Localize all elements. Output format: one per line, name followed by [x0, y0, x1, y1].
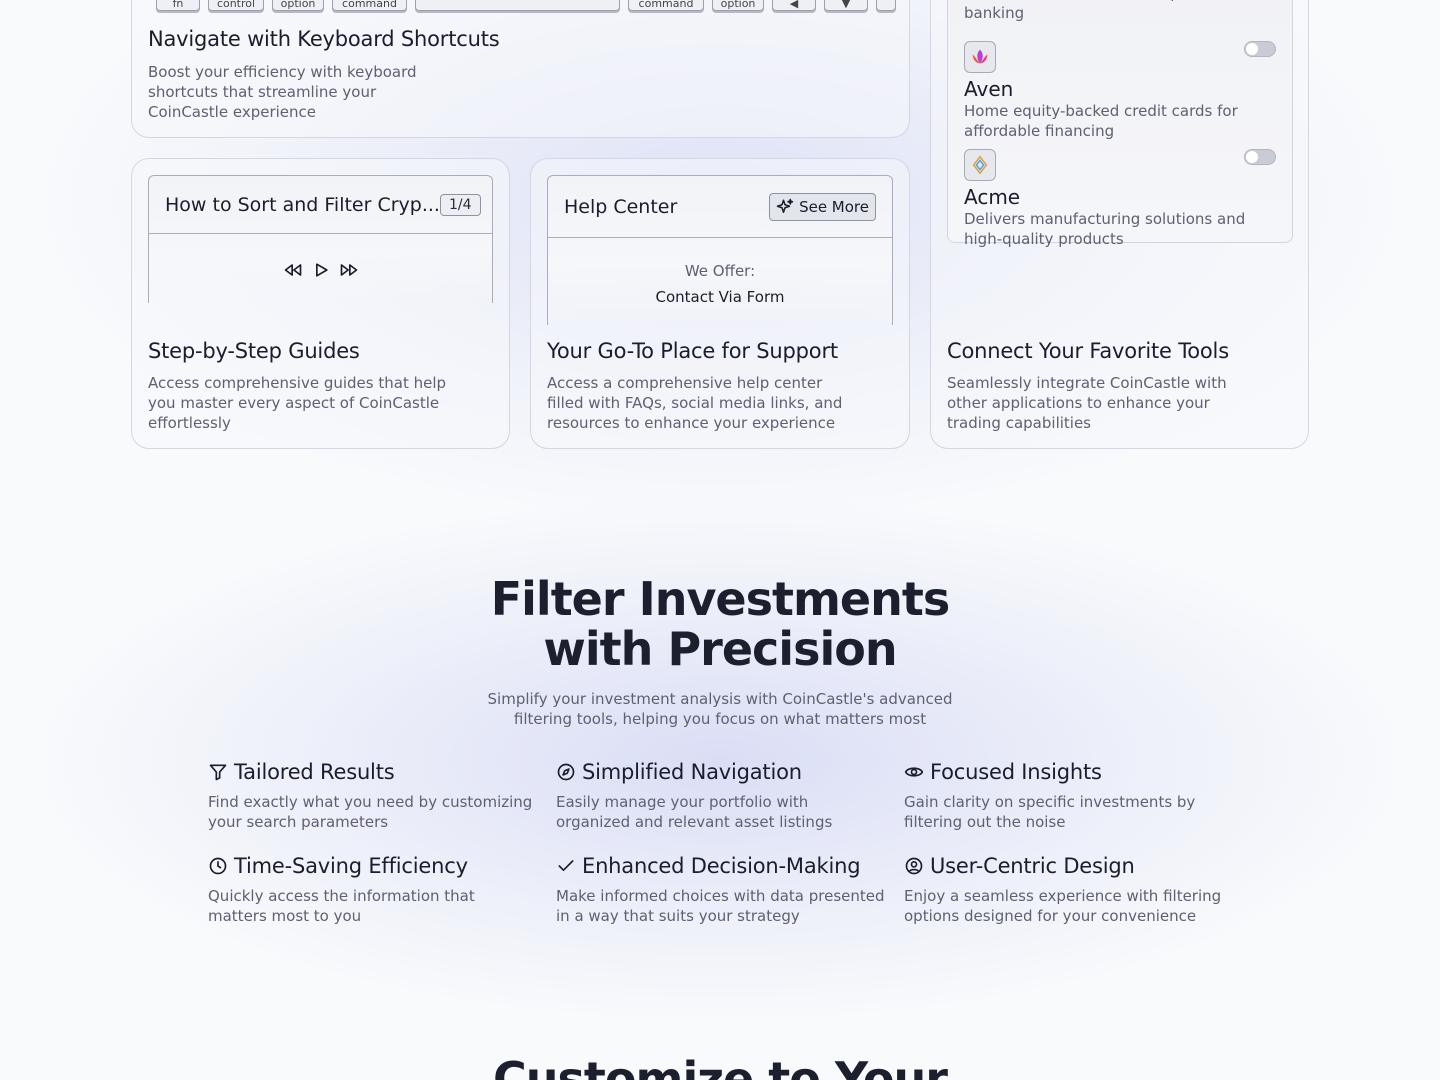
feature-description: Easily manage your portfolio with organi…	[556, 793, 833, 831]
eye-icon	[904, 767, 924, 777]
see-more-button[interactable]: See More	[769, 192, 876, 221]
see-more-label: See More	[799, 197, 869, 216]
check-icon	[558, 860, 574, 871]
section-title: Filter Investments with Precision	[0, 574, 1440, 674]
key-option-right: option	[712, 0, 764, 11]
clock-icon	[209, 857, 227, 875]
section-title-line1: Filter Investments	[490, 572, 951, 626]
rewind-icon[interactable]	[283, 260, 303, 280]
feature-title: Tailored Results	[234, 760, 395, 784]
next-section-title: Customize to Your	[493, 1052, 948, 1080]
offer-value: Contact Via Form	[655, 288, 785, 306]
key-fn: fn	[156, 0, 200, 11]
card-description: Boost your efficiency with keyboard shor…	[148, 63, 417, 121]
filter-icon	[209, 764, 227, 781]
media-controls	[149, 260, 492, 280]
feature-title: Simplified Navigation	[582, 760, 802, 784]
feature-title: User-Centric Design	[930, 854, 1135, 878]
integrations-list: Web-based SaaS for online personal banki…	[947, 0, 1293, 248]
acme-mark-icon	[972, 155, 988, 175]
key-control: control	[208, 0, 264, 11]
feature-title: Enhanced Decision-Making	[582, 854, 861, 878]
feature-description: Enjoy a seamless experience with filteri…	[904, 887, 1222, 925]
card-description: Access a comprehensive help center fille…	[547, 374, 843, 432]
guides-card: How to Sort and Filter Cryp... 1/4 Step-…	[131, 158, 510, 449]
feature-time-saving: Time-Saving Efficiency Quickly access th…	[208, 854, 538, 926]
aven-logo	[964, 41, 996, 73]
compass-icon	[557, 763, 575, 781]
card-title: Step-by-Step Guides	[148, 339, 360, 363]
integration-description: Home equity-backed credit cards for affo…	[964, 102, 1238, 140]
lotus-icon	[972, 49, 988, 64]
acme-logo	[964, 149, 996, 181]
feature-description: Quickly access the information that matt…	[208, 887, 475, 925]
key-command: command	[332, 0, 407, 11]
card-title: Your Go-To Place for Support	[547, 339, 838, 363]
offer-label: We Offer:	[684, 262, 756, 280]
feature-focused-insights: Focused Insights Gain clarity on specifi…	[904, 760, 1234, 832]
keyboard-shortcuts-card: fn control option command command option…	[131, 0, 910, 138]
integration-description: Delivers manufacturing solutions and hig…	[964, 210, 1246, 248]
feature-user-centric: User-Centric Design Enjoy a seamless exp…	[904, 854, 1234, 926]
sparkle-icon	[776, 198, 794, 213]
key-arrow-right	[876, 0, 896, 11]
guide-panel-header: How to Sort and Filter Cryp... 1/4	[149, 176, 492, 234]
feature-tailored-results: Tailored Results Find exactly what you n…	[208, 760, 538, 832]
help-panel: Help Center See More We Offer: Contact V…	[547, 175, 893, 325]
play-icon[interactable]	[311, 260, 331, 280]
key-command-right: command	[628, 0, 704, 11]
feature-title: Focused Insights	[930, 760, 1102, 784]
help-panel-header: Help Center See More	[548, 176, 892, 238]
help-center-card: Help Center See More We Offer: Contact V…	[530, 158, 910, 449]
feature-description: Make informed choices with data presente…	[556, 887, 885, 925]
feature-title: Time-Saving Efficiency	[234, 854, 468, 878]
user-circle-icon	[905, 857, 923, 875]
key-arrow-left: ◀	[772, 0, 816, 11]
keyboard-keys-strip: fn control option command command option…	[156, 0, 896, 11]
guide-title: How to Sort and Filter Cryp...	[165, 193, 440, 216]
integration-name: Acme	[964, 185, 1021, 209]
guide-panel: How to Sort and Filter Cryp... 1/4	[148, 175, 493, 303]
acme-toggle[interactable]	[1244, 149, 1276, 165]
integration-name: Aven	[964, 77, 1014, 101]
feature-description: Gain clarity on specific investments by …	[904, 793, 1196, 831]
integration-description: Web-based SaaS for online personal banki…	[964, 0, 1235, 22]
aven-toggle[interactable]	[1244, 41, 1276, 57]
key-space	[415, 0, 620, 11]
fast-forward-icon[interactable]	[339, 260, 359, 280]
integration-item-aven: Aven Home equity-backed credit cards for…	[964, 41, 1254, 141]
card-title: Connect Your Favorite Tools	[947, 339, 1229, 363]
feature-simplified-navigation: Simplified Navigation Easily manage your…	[556, 760, 886, 832]
guide-page-badge: 1/4	[439, 193, 481, 216]
integrations-card: Web-based SaaS for online personal banki…	[930, 0, 1309, 449]
card-description: Access comprehensive guides that help yo…	[148, 374, 447, 432]
feature-description: Find exactly what you need by customizin…	[208, 793, 533, 831]
section-subtitle: Simplify your investment analysis with C…	[487, 690, 953, 728]
feature-decision-making: Enhanced Decision-Making Make informed c…	[556, 854, 886, 926]
key-arrow-down: ▼	[824, 0, 868, 11]
card-description: Seamlessly integrate CoinCastle with oth…	[947, 374, 1227, 432]
integration-item-acme: Acme Delivers manufacturing solutions an…	[964, 149, 1254, 249]
section-title-line2: with Precision	[543, 622, 897, 676]
key-option: option	[272, 0, 324, 11]
help-center-title: Help Center	[564, 195, 678, 218]
card-title: Navigate with Keyboard Shortcuts	[148, 27, 500, 51]
